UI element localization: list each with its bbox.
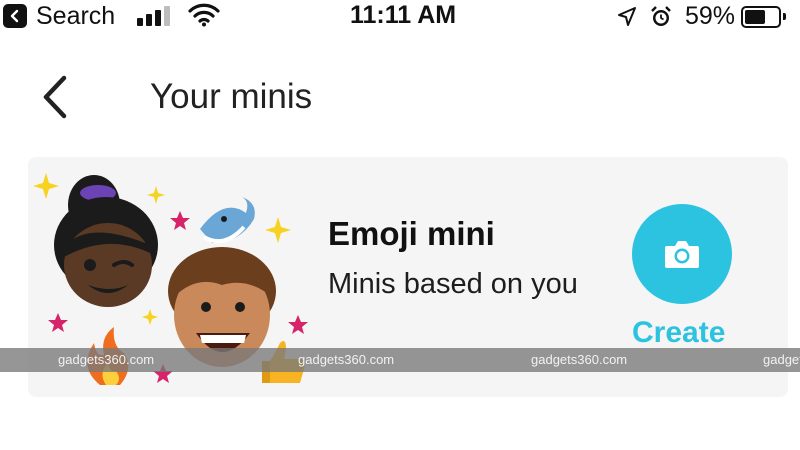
status-right-group: 59% — [617, 2, 786, 31]
status-time: 11:11 AM — [350, 1, 457, 29]
location-arrow-icon — [617, 6, 636, 26]
alarm-icon — [651, 5, 671, 26]
status-bar: Search 11:11 AM 59% — [0, 0, 800, 32]
watermark-text: gadgets360.com — [531, 352, 628, 367]
create-button-label[interactable]: Create — [632, 316, 725, 350]
watermark-band: gadgets360.com gadgets360.com gadgets360… — [0, 348, 800, 372]
shark-icon — [200, 197, 255, 244]
watermark-text: gadgets360.com — [58, 352, 155, 367]
cellular-signal-icon — [137, 6, 177, 26]
battery-nub — [783, 13, 786, 20]
card-title: Emoji mini — [328, 215, 495, 252]
battery-percent: 59% — [684, 2, 735, 30]
avatar-woman — [54, 175, 158, 307]
back-to-app-button[interactable]: Search — [3, 2, 116, 30]
watermark-text: gadgets360.com — [298, 352, 395, 367]
page-title: Your minis — [150, 77, 313, 116]
wifi-icon — [188, 3, 220, 27]
back-app-label: Search — [36, 2, 116, 30]
card-subtitle: Minis based on you — [328, 268, 578, 300]
battery-icon — [741, 5, 781, 28]
create-camera-button[interactable] — [632, 204, 732, 304]
back-app-icon — [3, 4, 27, 28]
chevron-left-icon[interactable] — [36, 72, 76, 122]
camera-icon — [665, 241, 699, 268]
watermark-text: gadgets360.com — [763, 352, 800, 367]
